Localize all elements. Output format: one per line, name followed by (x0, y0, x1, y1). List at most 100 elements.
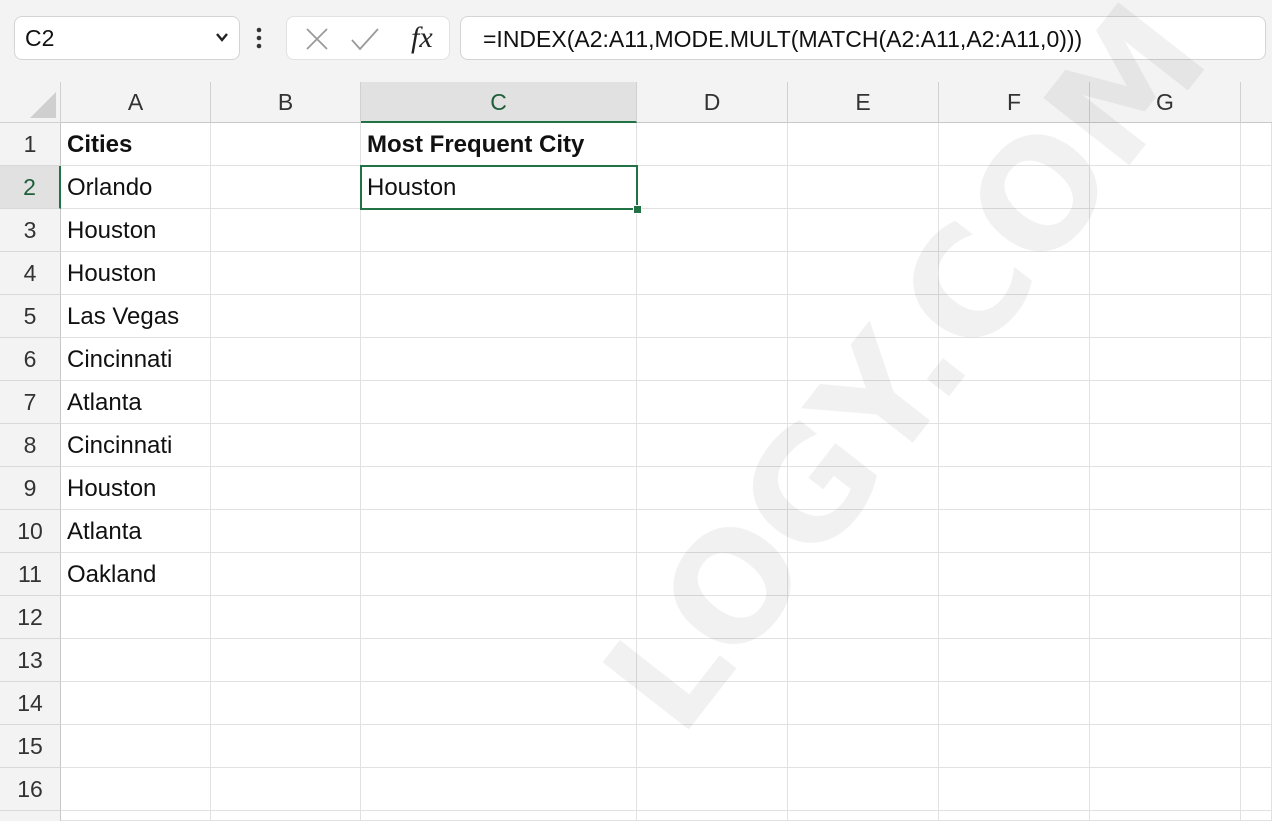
cell-c5[interactable] (361, 295, 637, 338)
cell-g6[interactable] (1090, 338, 1241, 381)
cell-d1[interactable] (637, 123, 788, 166)
cell-h17[interactable] (1241, 811, 1272, 821)
cell-b3[interactable] (211, 209, 361, 252)
cell-g4[interactable] (1090, 252, 1241, 295)
cell-g15[interactable] (1090, 725, 1241, 768)
cell-e3[interactable] (788, 209, 939, 252)
cell-d8[interactable] (637, 424, 788, 467)
cell-f14[interactable] (939, 682, 1090, 725)
cell-e1[interactable] (788, 123, 939, 166)
cell-d14[interactable] (637, 682, 788, 725)
cell-b5[interactable] (211, 295, 361, 338)
cell-f2[interactable] (939, 166, 1090, 209)
cell-h8[interactable] (1241, 424, 1272, 467)
cell-c9[interactable] (361, 467, 637, 510)
cell-g5[interactable] (1090, 295, 1241, 338)
cell-e13[interactable] (788, 639, 939, 682)
row-header-15[interactable]: 15 (0, 725, 61, 768)
cell-h11[interactable] (1241, 553, 1272, 596)
cell-g8[interactable] (1090, 424, 1241, 467)
enter-check-icon[interactable] (349, 25, 381, 53)
cell-f13[interactable] (939, 639, 1090, 682)
cell-c7[interactable] (361, 381, 637, 424)
cell-f8[interactable] (939, 424, 1090, 467)
cell-f9[interactable] (939, 467, 1090, 510)
cell-h3[interactable] (1241, 209, 1272, 252)
cell-d4[interactable] (637, 252, 788, 295)
row-header-1[interactable]: 1 (0, 123, 61, 166)
row-header-2[interactable]: 2 (0, 166, 61, 209)
cell-f4[interactable] (939, 252, 1090, 295)
cell-f12[interactable] (939, 596, 1090, 639)
cell-g3[interactable] (1090, 209, 1241, 252)
cell-h2[interactable] (1241, 166, 1272, 209)
cell-b15[interactable] (211, 725, 361, 768)
cell-a11[interactable]: Oakland (61, 553, 211, 596)
cell-c13[interactable] (361, 639, 637, 682)
row-header-9[interactable]: 9 (0, 467, 61, 510)
cancel-icon[interactable] (303, 25, 331, 53)
cell-b13[interactable] (211, 639, 361, 682)
cell-d16[interactable] (637, 768, 788, 811)
cell-c16[interactable] (361, 768, 637, 811)
cell-e11[interactable] (788, 553, 939, 596)
cell-a6[interactable]: Cincinnati (61, 338, 211, 381)
cell-a13[interactable] (61, 639, 211, 682)
cell-a4[interactable]: Houston (61, 252, 211, 295)
cell-c15[interactable] (361, 725, 637, 768)
row-header-10[interactable]: 10 (0, 510, 61, 553)
cell-a12[interactable] (61, 596, 211, 639)
cell-g16[interactable] (1090, 768, 1241, 811)
cell-e15[interactable] (788, 725, 939, 768)
cell-b1[interactable] (211, 123, 361, 166)
cell-b12[interactable] (211, 596, 361, 639)
cell-f6[interactable] (939, 338, 1090, 381)
cell-d12[interactable] (637, 596, 788, 639)
cell-g13[interactable] (1090, 639, 1241, 682)
cell-a17[interactable] (61, 811, 211, 821)
cell-d2[interactable] (637, 166, 788, 209)
cell-b10[interactable] (211, 510, 361, 553)
cell-f1[interactable] (939, 123, 1090, 166)
cell-e16[interactable] (788, 768, 939, 811)
cell-g9[interactable] (1090, 467, 1241, 510)
row-header-13[interactable]: 13 (0, 639, 61, 682)
cell-h4[interactable] (1241, 252, 1272, 295)
row-header-5[interactable]: 5 (0, 295, 61, 338)
column-header-g[interactable]: G (1090, 82, 1241, 123)
cell-b17[interactable] (211, 811, 361, 821)
cell-b2[interactable] (211, 166, 361, 209)
cell-a9[interactable]: Houston (61, 467, 211, 510)
cell-f15[interactable] (939, 725, 1090, 768)
column-header-c[interactable]: C (361, 82, 637, 123)
cell-a5[interactable]: Las Vegas (61, 295, 211, 338)
cell-c3[interactable] (361, 209, 637, 252)
cell-g11[interactable] (1090, 553, 1241, 596)
cell-c2[interactable]: Houston (361, 166, 637, 209)
cell-c1[interactable]: Most Frequent City (361, 123, 637, 166)
cell-d7[interactable] (637, 381, 788, 424)
row-header-6[interactable]: 6 (0, 338, 61, 381)
cell-h16[interactable] (1241, 768, 1272, 811)
cell-d13[interactable] (637, 639, 788, 682)
column-header-e[interactable]: E (788, 82, 939, 123)
cell-c17[interactable] (361, 811, 637, 821)
cell-e17[interactable] (788, 811, 939, 821)
cell-g7[interactable] (1090, 381, 1241, 424)
cell-h7[interactable] (1241, 381, 1272, 424)
cell-e9[interactable] (788, 467, 939, 510)
select-all-corner[interactable] (0, 82, 61, 123)
cell-d6[interactable] (637, 338, 788, 381)
insert-function-icon[interactable]: fx (411, 21, 433, 55)
cell-e10[interactable] (788, 510, 939, 553)
cell-c10[interactable] (361, 510, 637, 553)
cell-a15[interactable] (61, 725, 211, 768)
cell-d3[interactable] (637, 209, 788, 252)
cell-e6[interactable] (788, 338, 939, 381)
column-header-partial[interactable] (1241, 82, 1272, 123)
cell-g10[interactable] (1090, 510, 1241, 553)
cell-f11[interactable] (939, 553, 1090, 596)
cell-e7[interactable] (788, 381, 939, 424)
column-header-b[interactable]: B (211, 82, 361, 123)
column-header-d[interactable]: D (637, 82, 788, 123)
